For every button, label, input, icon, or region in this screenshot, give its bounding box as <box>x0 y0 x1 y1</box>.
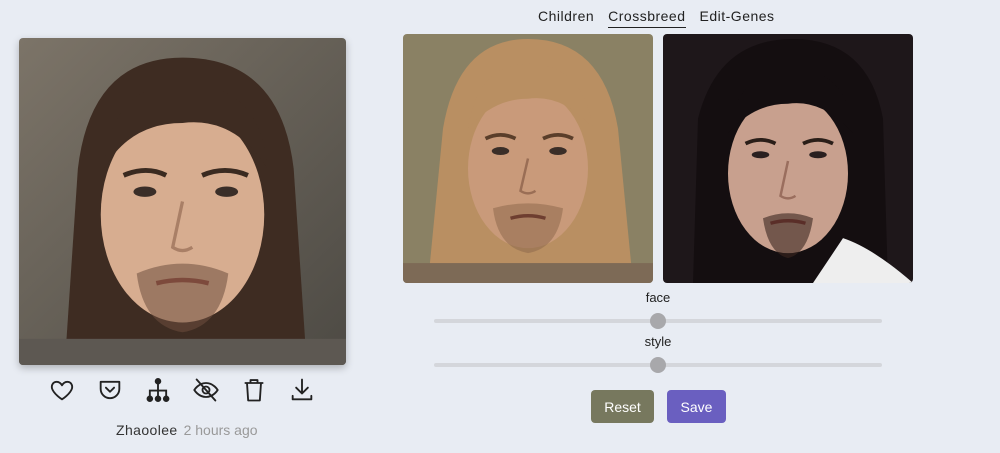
family-tree-icon[interactable] <box>144 376 172 404</box>
author-meta: Zhaoolee 2 hours ago <box>116 422 258 438</box>
tab-crossbreed[interactable]: Crossbreed <box>608 8 686 28</box>
style-slider-label: style <box>644 334 672 349</box>
timestamp: 2 hours ago <box>183 422 258 438</box>
action-bar <box>48 376 316 404</box>
parent-b-portrait-image[interactable] <box>663 34 913 283</box>
pocket-icon[interactable] <box>96 376 124 404</box>
style-slider-thumb[interactable] <box>650 357 666 373</box>
tab-children[interactable]: Children <box>538 8 594 28</box>
download-icon[interactable] <box>288 376 316 404</box>
author-name[interactable]: Zhaoolee <box>116 422 178 438</box>
face-slider-label: face <box>645 290 671 305</box>
face-slider-thumb[interactable] <box>650 313 666 329</box>
trash-icon[interactable] <box>240 376 268 404</box>
eye-off-icon[interactable] <box>192 376 220 404</box>
save-button[interactable]: Save <box>667 390 726 423</box>
face-slider[interactable] <box>434 313 882 329</box>
style-slider[interactable] <box>434 357 882 373</box>
heart-icon[interactable] <box>48 376 76 404</box>
reset-button[interactable]: Reset <box>591 390 654 423</box>
parent-a-portrait-image[interactable] <box>403 34 653 283</box>
tab-edit-genes[interactable]: Edit-Genes <box>700 8 775 28</box>
tab-bar: Children Crossbreed Edit-Genes <box>538 8 775 28</box>
main-portrait-image[interactable] <box>19 38 346 365</box>
